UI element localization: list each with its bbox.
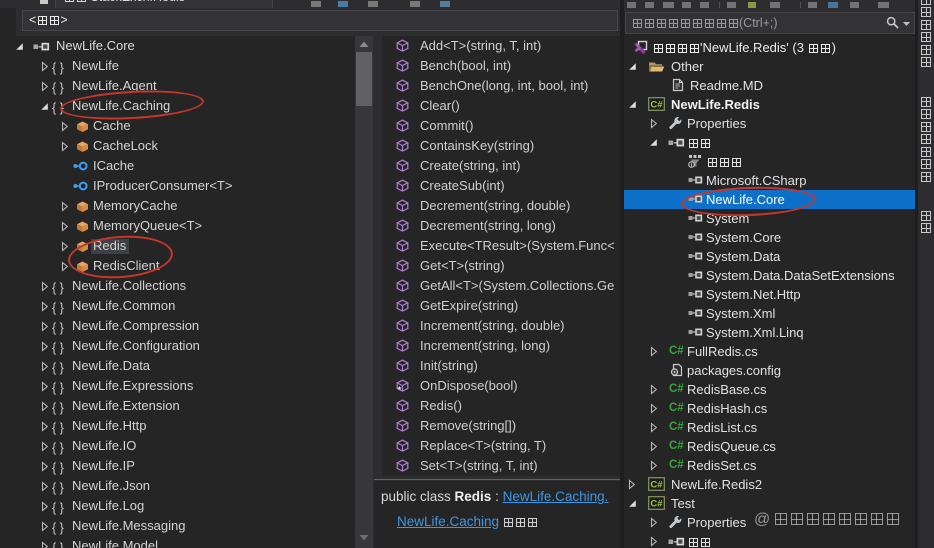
svg-text:C#: C# bbox=[669, 421, 684, 432]
svg-text:C#: C# bbox=[669, 459, 684, 470]
svg-text:C#: C# bbox=[650, 99, 663, 110]
svg-text:C#: C# bbox=[669, 440, 684, 451]
svg-text:C#: C# bbox=[650, 498, 663, 509]
svg-text:C#: C# bbox=[669, 402, 684, 413]
svg-text:C#: C# bbox=[650, 479, 663, 490]
svg-text:C#: C# bbox=[669, 383, 684, 394]
svg-text:C#: C# bbox=[669, 345, 684, 356]
